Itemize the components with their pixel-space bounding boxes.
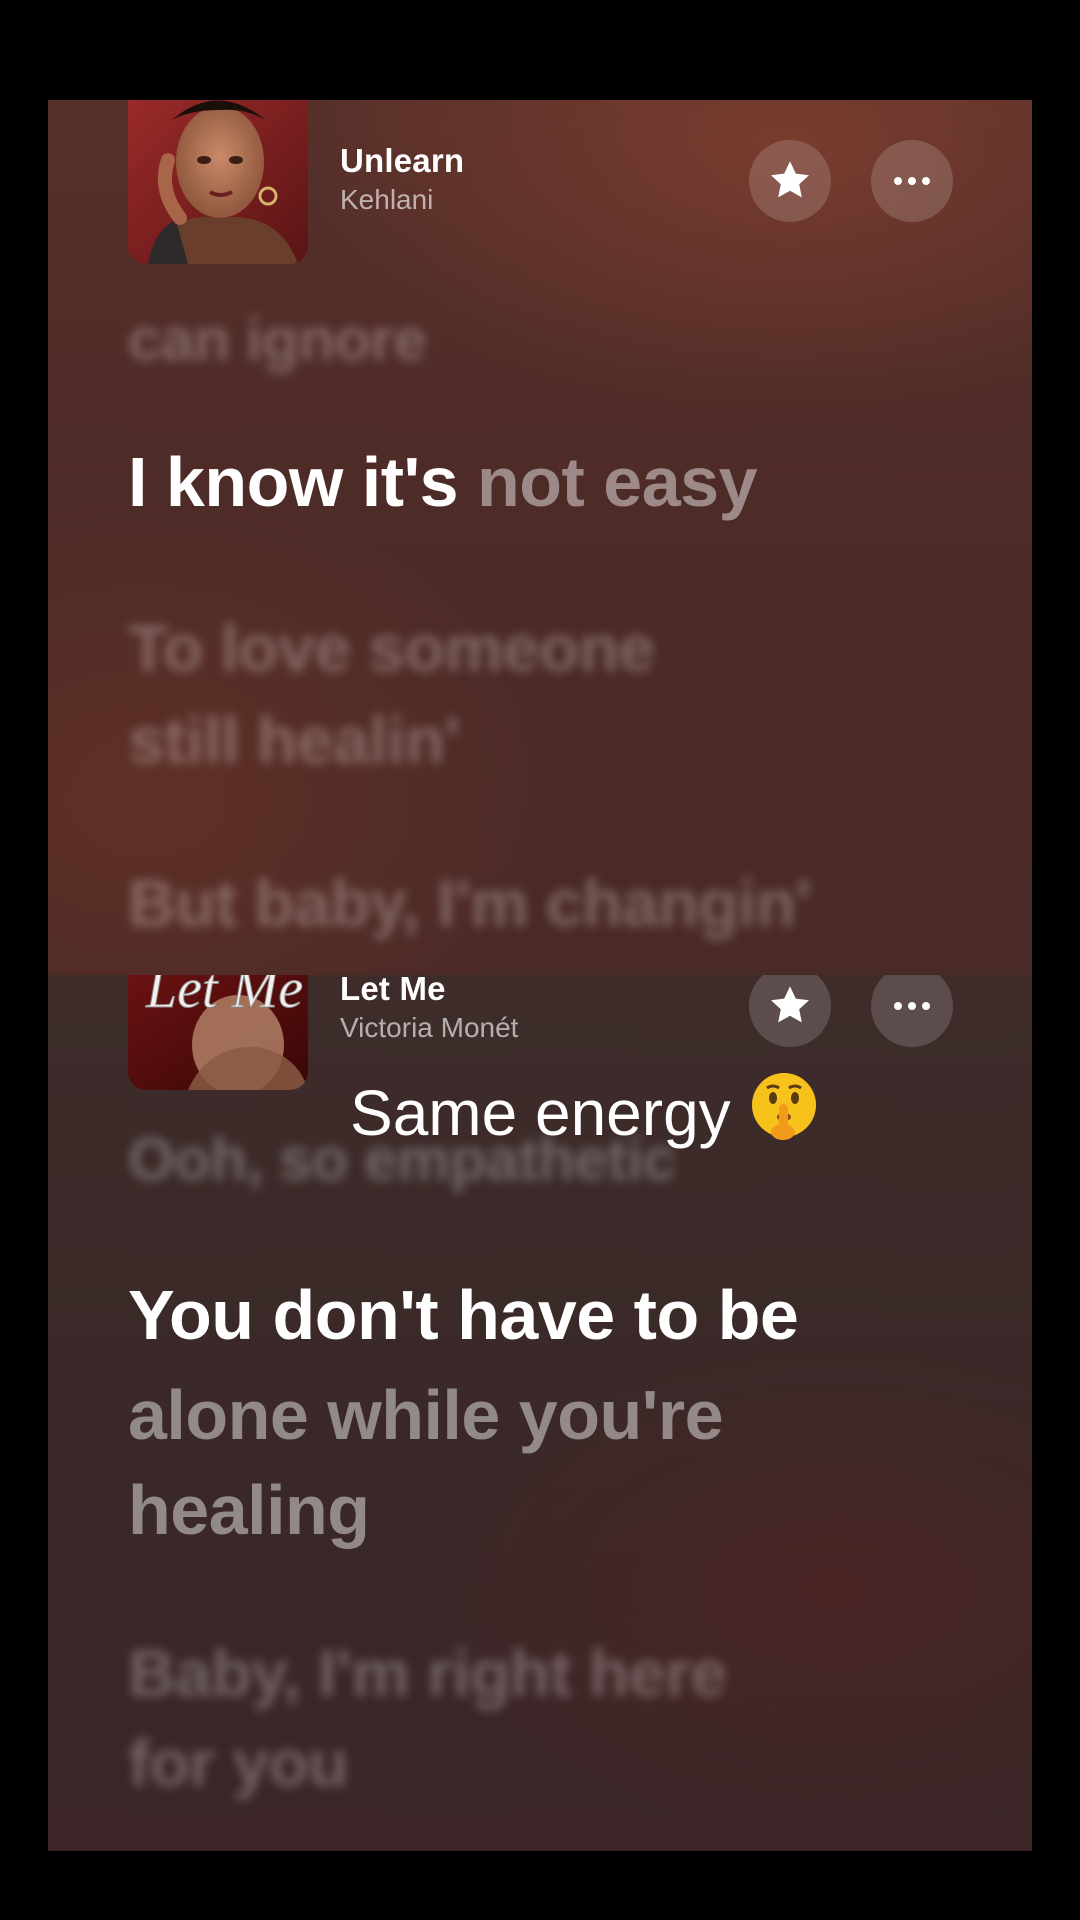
song-artist: Victoria Monét: [340, 1012, 519, 1043]
caption-text: Same energy: [350, 1076, 731, 1149]
song-artist: Kehlani: [340, 184, 434, 215]
album-cover-let-me[interactable]: Let Me: [128, 975, 308, 1090]
more-dots-icon: [894, 1002, 930, 1010]
lyric-unsung-portion: not easy: [458, 443, 758, 521]
lyric-line-active-unsung: healing: [128, 1471, 370, 1549]
star-icon: [771, 986, 809, 1023]
lyric-line-next: for you: [128, 1726, 349, 1800]
favorite-button[interactable]: [749, 975, 831, 1047]
more-dots-icon: [894, 177, 930, 185]
lyric-line-next: To love someone: [128, 611, 655, 685]
lyric-line-next: But baby, I'm changin': [128, 866, 811, 940]
lyric-line-active-unsung: alone while you're: [128, 1376, 724, 1454]
lyric-line-active: You don't have to be: [128, 1276, 799, 1354]
star-icon: [771, 161, 809, 198]
lyrics-panel-unlearn: Unlearn Kehlani can ignore I know it's n…: [48, 100, 1032, 975]
lyric-line-next: Baby, I'm right here: [128, 1636, 727, 1710]
song-title: Unlearn: [340, 142, 465, 179]
overlay-caption: Same energy: [350, 1070, 819, 1155]
album-cover-unlearn[interactable]: [128, 100, 308, 264]
lyric-line-next: still healin': [128, 703, 460, 777]
shushing-face-icon: [749, 1070, 819, 1155]
more-options-button[interactable]: [871, 140, 953, 222]
favorite-button[interactable]: [749, 140, 831, 222]
lyric-sung-portion: I know it's: [128, 443, 459, 521]
song-title: Let Me: [340, 975, 446, 1007]
cover-script-text: Let Me: [145, 975, 303, 1020]
lyric-line-previous: can ignore: [128, 306, 427, 373]
lyric-line-active: I know it's not easy: [128, 442, 758, 522]
more-options-button[interactable]: [871, 975, 953, 1047]
